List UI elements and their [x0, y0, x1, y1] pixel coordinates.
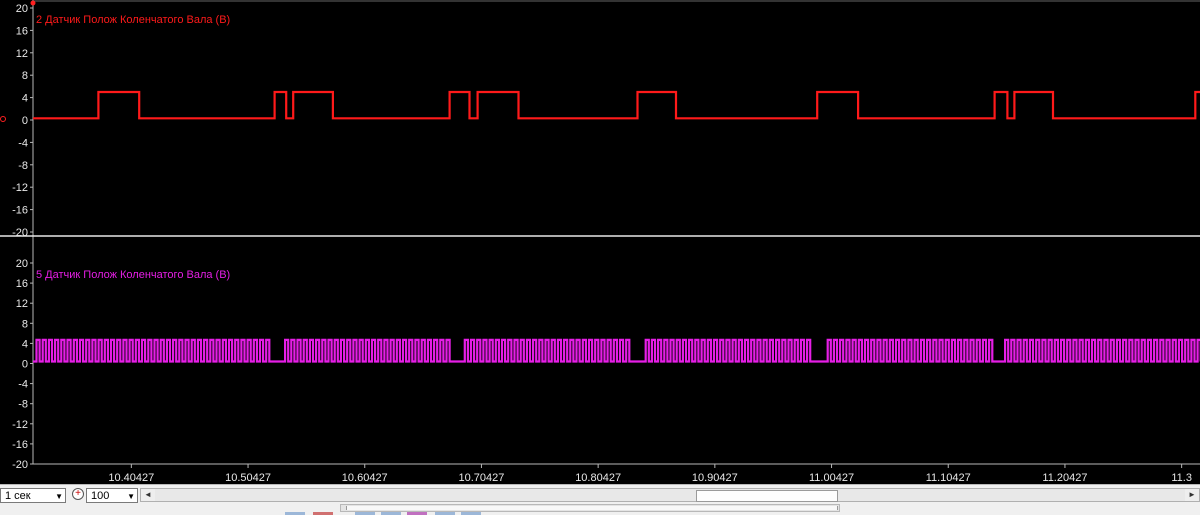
bottom-toolbar: 1 сек ▼ + 100 ▼ ◄ ►	[0, 484, 1200, 515]
channel-label: 2 Датчик Полож Коленчатого Вала (В)	[36, 14, 230, 26]
x-tick-label: 10.50427	[225, 472, 271, 484]
y-tick-label: 12	[16, 298, 28, 310]
channel-marker	[30, 0, 36, 6]
y-tick-label: 16	[16, 278, 28, 290]
y-tick-label: 20	[16, 258, 28, 270]
secondary-scrollbar[interactable]	[340, 504, 840, 512]
y-tick-label: -12	[12, 419, 28, 431]
x-tick-label: 10.60427	[342, 472, 388, 484]
y-tick-label: 8	[22, 70, 28, 82]
oscilloscope-chart: 20 16 12 8 4 0 -4 -8 -12 -16 -20 2 Датчик Полож Кол…	[0, 0, 1200, 484]
timebase-value: 1 сек	[5, 490, 31, 502]
y-tick-label: -4	[18, 379, 28, 391]
x-tick-label: 10.70427	[458, 472, 504, 484]
x-tick-label: 11.00427	[809, 472, 854, 484]
channel-label: 5 Датчик Полож Коленчатого Вала (В)	[36, 269, 230, 281]
zoom-select[interactable]: 100 ▼	[86, 488, 138, 503]
chevron-down-icon: ▼	[127, 492, 135, 501]
scroll-left-icon[interactable]: ◄	[141, 489, 155, 501]
y-tick-label: -8	[18, 399, 28, 411]
x-tick-label: 10.90427	[692, 472, 738, 484]
x-tick-label: 11.20427	[1042, 472, 1087, 484]
y-tick-label: 8	[22, 318, 28, 330]
x-tick-label: 11.10427	[926, 472, 971, 484]
y-tick-label: -20	[12, 227, 28, 239]
y-tick-label: -16	[12, 205, 28, 217]
y-tick-label: 4	[22, 93, 28, 105]
y-tick-label: -20	[12, 459, 28, 471]
zoom-value: 100	[91, 490, 110, 502]
scrollbar-thumb[interactable]	[696, 490, 838, 502]
zoom-icon: +	[72, 488, 84, 500]
x-tick-label: 10.80427	[575, 472, 621, 484]
chevron-down-icon: ▼	[55, 492, 63, 501]
x-tick-label: 10.40427	[108, 472, 154, 484]
zero-marker	[0, 116, 6, 122]
oscilloscope-view: 20 16 12 8 4 0 -4 -8 -12 -16 -20 2 Датчик Полож Кол…	[0, 0, 1200, 484]
y-tick-label: 20	[16, 3, 28, 15]
y-tick-label: 0	[22, 359, 28, 371]
y-tick-label: 16	[16, 25, 28, 37]
y-tick-label: 4	[22, 338, 28, 350]
secondary-scrollbar-thumb[interactable]	[346, 506, 838, 510]
signal-trace	[33, 338, 1200, 363]
horizontal-scrollbar[interactable]: ◄ ►	[140, 488, 1200, 502]
y-tick-label: 12	[16, 48, 28, 60]
timebase-select[interactable]: 1 сек ▼	[0, 488, 66, 503]
signal-trace	[33, 90, 1200, 120]
y-tick-label: 0	[22, 115, 28, 127]
y-tick-label: -8	[18, 160, 28, 172]
x-tick-label: 11.3	[1171, 472, 1192, 484]
y-tick-label: -16	[12, 439, 28, 451]
scroll-right-icon[interactable]: ►	[1185, 489, 1199, 501]
y-tick-label: -4	[18, 137, 28, 149]
y-tick-label: -12	[12, 182, 28, 194]
